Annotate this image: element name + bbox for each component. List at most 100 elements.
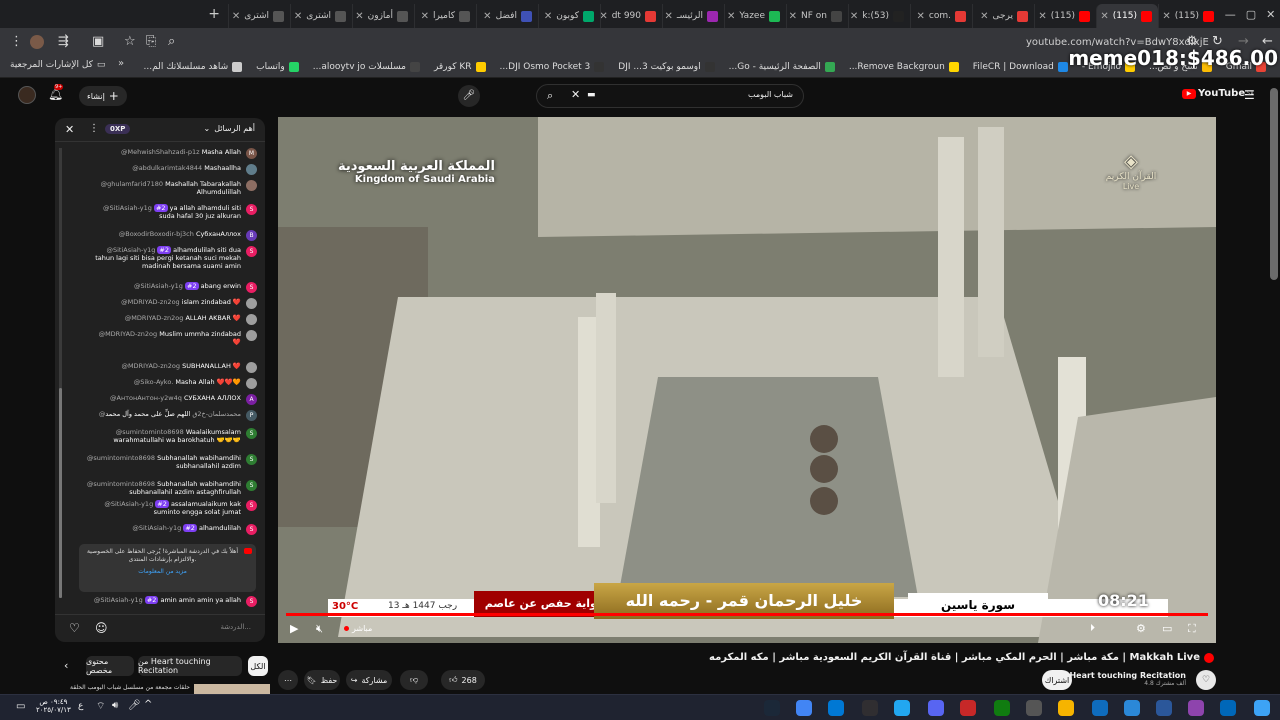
- chips-prev-icon[interactable]: ‹: [64, 659, 68, 672]
- tab-close-icon[interactable]: ✕: [665, 11, 673, 22]
- more-bookmarks-icon[interactable]: »: [118, 58, 124, 69]
- channel-avatar[interactable]: ♡: [1196, 670, 1216, 690]
- browser-tab[interactable]: الرئيسـ ✕: [662, 4, 724, 28]
- tab-close-icon[interactable]: ✕: [917, 11, 925, 22]
- tab-close-icon[interactable]: ✕: [544, 11, 552, 22]
- bookmark-item[interactable]: شاهد مسلسلاتك الم...: [144, 61, 243, 72]
- chat-author[interactable]: @sumintominto8698: [87, 454, 155, 462]
- heart-reaction-icon[interactable]: ♡: [69, 621, 80, 635]
- chat-avatar[interactable]: S: [246, 500, 257, 511]
- account-avatar[interactable]: [18, 86, 36, 104]
- tab-close-icon[interactable]: ✕: [980, 11, 988, 22]
- channel-name[interactable]: Heart touching Recitation: [1069, 671, 1186, 680]
- chat-author[interactable]: @MDRIYAD-zn2og: [121, 362, 180, 370]
- app-red-icon[interactable]: [960, 700, 976, 716]
- xbox-icon[interactable]: [994, 700, 1010, 716]
- chat-avatar[interactable]: M: [246, 148, 257, 159]
- chat-author[interactable]: @MehwishShahzadi-p1z: [121, 148, 200, 156]
- bookmark-item[interactable]: Remove Backgroun...: [849, 61, 959, 72]
- fullscreen-icon[interactable]: ⛶: [1188, 622, 1196, 636]
- next-video-title[interactable]: حلقات مجمعة من مسلسل شباب البومب الحلقة: [64, 684, 190, 691]
- browser-tab[interactable]: اشترى ✕: [290, 4, 352, 28]
- chat-avatar[interactable]: [246, 298, 257, 309]
- filter-chip-related[interactable]: محتوى مخصص: [86, 656, 134, 676]
- more-actions-button[interactable]: ⋯: [278, 670, 298, 690]
- chat-avatar[interactable]: S: [246, 596, 257, 607]
- browser-tab[interactable]: (115) ✕: [1034, 4, 1096, 28]
- chat-author[interactable]: @abdulkarimtak4844: [132, 164, 202, 172]
- browser-tab[interactable]: Yazee ✕: [724, 4, 786, 28]
- bookmark-item[interactable]: اوسمو بوكيت 3... DJI: [618, 61, 715, 72]
- chat-avatar[interactable]: S: [246, 204, 257, 215]
- browser-tab[interactable]: افضل ✕: [476, 4, 538, 28]
- wifi-icon[interactable]: ⌔: [96, 700, 105, 713]
- chat-author[interactable]: @sumintominto8698: [87, 480, 155, 488]
- chat-author[interactable]: @MDRIYAD-zn2og: [99, 330, 158, 338]
- tab-close-icon[interactable]: ✕: [850, 11, 858, 22]
- top-chat-dropdown[interactable]: ⌄ أهم الرسائل: [203, 124, 255, 133]
- input-language[interactable]: ع: [78, 701, 83, 711]
- next-video-thumbnail[interactable]: [194, 684, 270, 694]
- tray-expand-icon[interactable]: ^: [144, 699, 152, 710]
- chat-avatar[interactable]: [246, 362, 257, 373]
- tab-close-icon[interactable]: ✕: [1100, 11, 1108, 22]
- clock-area[interactable]: ٠٩:٤٩ ص ٢٠٢٥/٠٧/١٣: [36, 698, 71, 714]
- chat-avatar[interactable]: B: [246, 230, 257, 241]
- chat-avatar[interactable]: S: [246, 282, 257, 293]
- chat-scrollbar[interactable]: [59, 148, 62, 598]
- outlook-icon[interactable]: [1092, 700, 1108, 716]
- dislike-button[interactable]: 👎︎: [400, 670, 428, 690]
- photos-icon[interactable]: [1124, 700, 1140, 716]
- share-button[interactable]: ↪ مشاركة: [346, 670, 392, 690]
- chat-avatar[interactable]: [246, 378, 257, 389]
- copilot-icon[interactable]: [1188, 700, 1204, 716]
- live-progress-bar[interactable]: [286, 613, 1208, 616]
- play-icon[interactable]: ▶: [290, 622, 298, 635]
- zoom-icon[interactable]: ⌕: [168, 34, 175, 49]
- chat-menu-icon[interactable]: ⋮: [89, 123, 99, 134]
- settings-app-icon[interactable]: [1026, 700, 1042, 716]
- mute-icon[interactable]: 🔇︎: [316, 622, 323, 636]
- emoji-icon[interactable]: ☺: [95, 621, 108, 635]
- all-bookmarks-folder[interactable]: كل الإشارات المرجعية ▭: [10, 60, 105, 70]
- chat-avatar[interactable]: A: [246, 394, 257, 405]
- notifications-center-icon[interactable]: ▭: [16, 701, 25, 712]
- page-scrollbar[interactable]: [1270, 88, 1278, 280]
- new-tab-button[interactable]: +: [208, 6, 220, 22]
- chat-avatar[interactable]: S: [246, 246, 257, 257]
- bookmark-item[interactable]: DJI Osmo Pocket 3...: [500, 61, 605, 72]
- microsoft-store-icon[interactable]: [1220, 700, 1236, 716]
- chat-author[interactable]: @SitiAsiah-y1g: [94, 596, 143, 604]
- chat-author[interactable]: @SitiAsiah-y1g: [134, 282, 183, 290]
- bookmark-item[interactable]: مسلسلات alooytv jo...: [313, 61, 420, 72]
- minimize-icon[interactable]: —: [1225, 8, 1236, 21]
- mic-icon[interactable]: 🎤︎: [128, 700, 141, 711]
- tab-close-icon[interactable]: ✕: [483, 11, 491, 22]
- chat-author[interactable]: @SitiAsiah-y1g: [106, 246, 155, 254]
- youtube-logo[interactable]: ▶ YouTube SA: [1182, 88, 1254, 99]
- browser-tab[interactable]: (115) ✕: [1096, 4, 1158, 28]
- chat-author[interactable]: @MDRIYAD-zn2og: [121, 298, 180, 306]
- create-button[interactable]: إنشاء +: [79, 86, 127, 106]
- close-chat-icon[interactable]: ✕: [65, 123, 74, 136]
- tab-close-icon[interactable]: ✕: [1038, 11, 1046, 22]
- code-editor-icon[interactable]: [894, 700, 910, 716]
- tab-close-icon[interactable]: ✕: [1162, 11, 1170, 22]
- chat-avatar[interactable]: [246, 180, 257, 191]
- chat-author[interactable]: @SitiAsiah-y1g: [104, 500, 153, 508]
- filter-chip-all[interactable]: الكل: [248, 656, 268, 676]
- voice-search-icon[interactable]: 🎤︎: [458, 85, 480, 107]
- chat-avatar[interactable]: [246, 330, 257, 341]
- tab-close-icon[interactable]: ✕: [727, 11, 735, 22]
- search-icon[interactable]: ⌕: [547, 89, 553, 103]
- theater-mode-icon[interactable]: ▭: [1162, 622, 1172, 635]
- obs-icon[interactable]: [862, 700, 878, 716]
- chat-author[interactable]: @sumintominto8698: [116, 428, 184, 436]
- chat-author[interactable]: @BoxodirBoxodir-bj3ch: [119, 230, 194, 238]
- search-box[interactable]: ⌕ ✕ ▬ شباب البومب: [536, 84, 804, 108]
- settings-icon[interactable]: ⚙: [1136, 622, 1146, 635]
- tab-close-icon[interactable]: ✕: [355, 11, 363, 22]
- chat-avatar[interactable]: P: [246, 410, 257, 421]
- chat-author[interactable]: @АнтонАнтон-y2w4q: [110, 394, 182, 402]
- save-button[interactable]: 🔖︎ حفظ: [304, 670, 340, 690]
